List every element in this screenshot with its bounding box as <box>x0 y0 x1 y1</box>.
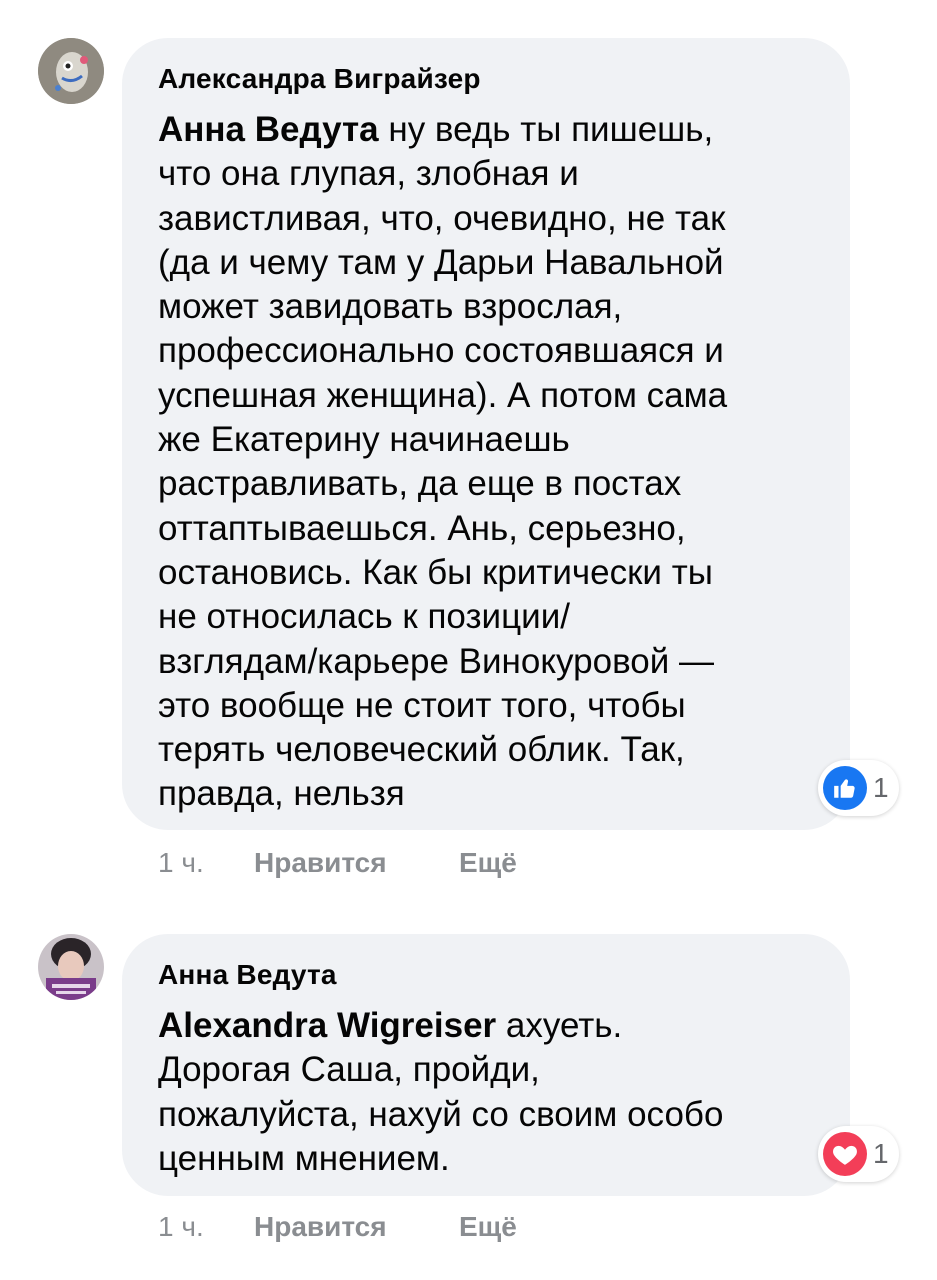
like-button[interactable]: Нравится <box>254 1210 459 1244</box>
comment-author[interactable]: Анна Ведута <box>158 958 820 992</box>
like-button[interactable]: Нравится <box>254 846 459 880</box>
reaction-count: 1 <box>873 1138 889 1169</box>
avatar[interactable] <box>38 934 104 1000</box>
text-line: остановись. Как бы критически ты <box>158 552 713 592</box>
text-line: это вообще не стоит того, чтобы <box>158 685 686 725</box>
text-line: ценным мнением. <box>158 1138 450 1178</box>
text-line: (да и чему там у Дарьи Навальной <box>158 242 724 282</box>
comment-bubble: Александра Виграйзер Анна Ведута ну ведь… <box>122 38 850 830</box>
comment-actions: 1 ч. Нравится Ещё <box>158 1210 517 1244</box>
more-button[interactable]: Ещё <box>459 846 517 880</box>
more-button[interactable]: Ещё <box>459 1210 517 1244</box>
love-icon <box>823 1132 867 1176</box>
avatar-image-icon <box>38 38 104 104</box>
text-line: что она глупая, злобная и <box>158 154 579 194</box>
text-line: взглядам/карьере Винокуровой — <box>158 641 715 681</box>
avatar-image-icon <box>38 934 104 1000</box>
text-line: профессионально состоявшаяся и <box>158 331 724 371</box>
comment-bubble: Анна Ведута Alexandra Wigreiser ахуеть. Д… <box>122 934 850 1196</box>
like-icon <box>823 766 867 810</box>
reaction-count: 1 <box>873 772 889 803</box>
text-line: может завидовать взрослая, <box>158 287 623 327</box>
mention-link[interactable]: Анна Ведута <box>158 110 379 149</box>
text-line: оттаптываешься. Ань, серьезно, <box>158 508 686 548</box>
reaction-badge[interactable]: 1 <box>818 1126 899 1182</box>
text-line: завистливая, что, очевидно, не так <box>158 198 726 238</box>
text-line: успешная женщина). А потом сама <box>158 375 728 415</box>
avatar[interactable] <box>38 38 104 104</box>
comment-text: Alexandra Wigreiser ахуеть. Дорогая Саша,… <box>158 1004 820 1181</box>
comment-actions: 1 ч. Нравится Ещё <box>158 846 517 880</box>
text-line: не относилась к позиции/ <box>158 597 570 637</box>
reaction-badge[interactable]: 1 <box>818 760 899 816</box>
text-line: ну ведь ты пишешь, <box>378 110 714 149</box>
comment-timestamp[interactable]: 1 ч. <box>158 846 254 880</box>
mention-link[interactable]: Alexandra Wigreiser <box>158 1006 496 1045</box>
text-line: же Екатерину начинаешь <box>158 420 570 460</box>
text-line: ахуеть. <box>496 1006 623 1045</box>
text-line: правда, нельзя <box>158 774 405 814</box>
text-line: пожалуйста, нахуй со своим особо <box>158 1094 724 1134</box>
comment-timestamp[interactable]: 1 ч. <box>158 1210 254 1244</box>
text-line: растравливать, да еще в постах <box>158 464 682 504</box>
comment-author[interactable]: Александра Виграйзер <box>158 62 820 96</box>
comment-text: Анна Ведута ну ведь ты пишешь, что она гл… <box>158 108 820 817</box>
text-line: Дорогая Саша, пройди, <box>158 1050 540 1090</box>
text-line: терять человеческий облик. Так, <box>158 730 685 770</box>
